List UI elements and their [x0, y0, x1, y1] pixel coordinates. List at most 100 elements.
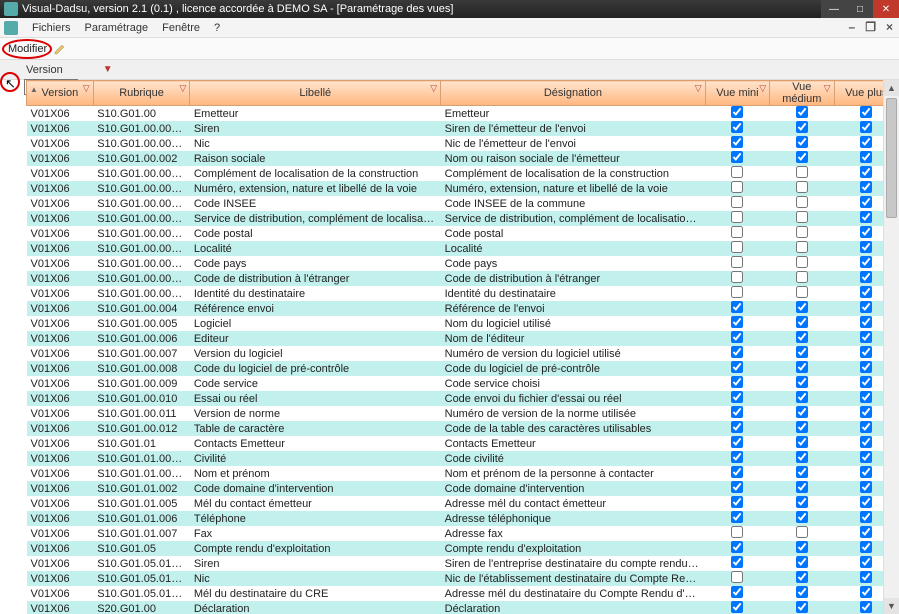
vue-medium-checkbox[interactable]	[796, 256, 808, 268]
vue-medium-checkbox[interactable]	[796, 346, 808, 358]
vue-mini-checkbox[interactable]	[731, 466, 743, 478]
vue-medium-checkbox[interactable]	[796, 526, 808, 538]
vue-plus-checkbox[interactable]	[860, 151, 872, 163]
table-row[interactable]: V01X06S10.G01.00.005LogicielNom du logic…	[27, 316, 899, 331]
funnel-icon[interactable]: ▼	[103, 64, 113, 75]
vue-medium-checkbox[interactable]	[796, 496, 808, 508]
table-row[interactable]: V01X06S10.G01.00.001.002NicNic de l'émet…	[27, 136, 899, 151]
menu-fichiers[interactable]: Fichiers	[32, 22, 71, 34]
vue-mini-checkbox[interactable]	[731, 406, 743, 418]
table-row[interactable]: V01X06S10.G01.01.006TéléphoneAdresse tél…	[27, 511, 899, 526]
vue-mini-checkbox[interactable]	[731, 331, 743, 343]
vue-medium-checkbox[interactable]	[796, 301, 808, 313]
vue-plus-checkbox[interactable]	[860, 271, 872, 283]
vue-mini-checkbox[interactable]	[731, 241, 743, 253]
version-filter-label[interactable]: Version	[26, 64, 63, 76]
window-maximize-button[interactable]: □	[847, 0, 873, 18]
col-header-vue-mini[interactable]: Vue mini▽	[705, 81, 769, 106]
menu-help[interactable]: ?	[214, 22, 220, 34]
vue-plus-checkbox[interactable]	[860, 121, 872, 133]
vue-mini-checkbox[interactable]	[731, 256, 743, 268]
vue-plus-checkbox[interactable]	[860, 316, 872, 328]
vue-mini-checkbox[interactable]	[731, 121, 743, 133]
mdi-minimize-button[interactable]: –	[849, 20, 856, 34]
table-row[interactable]: V01X06S10.G01.00.003.012LocalitéLocalité	[27, 241, 899, 256]
vue-medium-checkbox[interactable]	[796, 121, 808, 133]
vue-medium-checkbox[interactable]	[796, 541, 808, 553]
vue-mini-checkbox[interactable]	[731, 301, 743, 313]
vue-medium-checkbox[interactable]	[796, 586, 808, 598]
vue-mini-checkbox[interactable]	[731, 316, 743, 328]
vue-medium-checkbox[interactable]	[796, 421, 808, 433]
vue-plus-checkbox[interactable]	[860, 211, 872, 223]
modifier-button[interactable]: Modifier	[6, 42, 49, 56]
vue-medium-checkbox[interactable]	[796, 226, 808, 238]
vue-plus-checkbox[interactable]	[860, 256, 872, 268]
table-row[interactable]: V01X06S10.G01.00.002Raison socialeNom ou…	[27, 151, 899, 166]
vue-plus-checkbox[interactable]	[860, 286, 872, 298]
table-row[interactable]: V01X06S10.G01.00.003.010Code postalCode …	[27, 226, 899, 241]
vue-mini-checkbox[interactable]	[731, 376, 743, 388]
vue-plus-checkbox[interactable]	[860, 331, 872, 343]
table-row[interactable]: V01X06S10.G01.00.003.009Service de distr…	[27, 211, 899, 226]
vue-mini-checkbox[interactable]	[731, 526, 743, 538]
vue-mini-checkbox[interactable]	[731, 226, 743, 238]
vue-mini-checkbox[interactable]	[731, 601, 743, 613]
vue-plus-checkbox[interactable]	[860, 241, 872, 253]
vue-medium-checkbox[interactable]	[796, 271, 808, 283]
vue-mini-checkbox[interactable]	[731, 166, 743, 178]
vue-medium-checkbox[interactable]	[796, 166, 808, 178]
vertical-scrollbar[interactable]: ▲ ▼	[883, 80, 899, 614]
table-row[interactable]: V01X06S10.G01.01.001.001CivilitéCode civ…	[27, 451, 899, 466]
vue-plus-checkbox[interactable]	[860, 391, 872, 403]
vue-plus-checkbox[interactable]	[860, 466, 872, 478]
vue-plus-checkbox[interactable]	[860, 181, 872, 193]
vue-plus-checkbox[interactable]	[860, 586, 872, 598]
col-header-libelle[interactable]: Libellé▽	[190, 81, 441, 106]
vue-medium-checkbox[interactable]	[796, 316, 808, 328]
table-row[interactable]: V01X06S10.G01.01.002Code domaine d'inter…	[27, 481, 899, 496]
vue-medium-checkbox[interactable]	[796, 151, 808, 163]
vue-medium-checkbox[interactable]	[796, 106, 808, 118]
vue-medium-checkbox[interactable]	[796, 391, 808, 403]
table-row[interactable]: V01X06S20.G01.00DéclarationDéclaration	[27, 601, 899, 614]
table-row[interactable]: V01X06S10.G01.00.003.007Code INSEECode I…	[27, 196, 899, 211]
vue-plus-checkbox[interactable]	[860, 406, 872, 418]
vue-medium-checkbox[interactable]	[796, 436, 808, 448]
vue-plus-checkbox[interactable]	[860, 301, 872, 313]
vue-medium-checkbox[interactable]	[796, 376, 808, 388]
vue-plus-checkbox[interactable]	[860, 541, 872, 553]
table-row[interactable]: V01X06S10.G01.05.013.001SirenSiren de l'…	[27, 556, 899, 571]
vue-plus-checkbox[interactable]	[860, 571, 872, 583]
mdi-close-button[interactable]: ×	[886, 20, 893, 34]
vue-plus-checkbox[interactable]	[860, 346, 872, 358]
vue-mini-checkbox[interactable]	[731, 436, 743, 448]
vue-plus-checkbox[interactable]	[860, 196, 872, 208]
vue-plus-checkbox[interactable]	[860, 421, 872, 433]
vue-mini-checkbox[interactable]	[731, 271, 743, 283]
vue-medium-checkbox[interactable]	[796, 571, 808, 583]
vue-mini-checkbox[interactable]	[731, 151, 743, 163]
vue-plus-checkbox[interactable]	[860, 511, 872, 523]
vue-medium-checkbox[interactable]	[796, 406, 808, 418]
vue-medium-checkbox[interactable]	[796, 331, 808, 343]
vue-medium-checkbox[interactable]	[796, 556, 808, 568]
vue-plus-checkbox[interactable]	[860, 106, 872, 118]
scroll-thumb[interactable]	[886, 98, 897, 218]
vue-plus-checkbox[interactable]	[860, 481, 872, 493]
vue-medium-checkbox[interactable]	[796, 511, 808, 523]
vue-medium-checkbox[interactable]	[796, 481, 808, 493]
table-row[interactable]: V01X06S10.G01.00.004Référence envoiRéfér…	[27, 301, 899, 316]
table-row[interactable]: V01X06S10.G01.00.003.017Identité du dest…	[27, 286, 899, 301]
vue-mini-checkbox[interactable]	[731, 541, 743, 553]
vue-mini-checkbox[interactable]	[731, 481, 743, 493]
mdi-restore-button[interactable]: ❐	[865, 20, 876, 34]
vue-medium-checkbox[interactable]	[796, 466, 808, 478]
vue-plus-checkbox[interactable]	[860, 526, 872, 538]
table-row[interactable]: V01X06S10.G01.01.005Mél du contact émett…	[27, 496, 899, 511]
table-row[interactable]: V01X06S10.G01.00.003.016Code de distribu…	[27, 271, 899, 286]
vue-plus-checkbox[interactable]	[860, 136, 872, 148]
col-header-version[interactable]: ▲Version▽	[27, 81, 94, 106]
table-row[interactable]: V01X06S10.G01.05.015.001Mél du destinata…	[27, 586, 899, 601]
vue-plus-checkbox[interactable]	[860, 496, 872, 508]
